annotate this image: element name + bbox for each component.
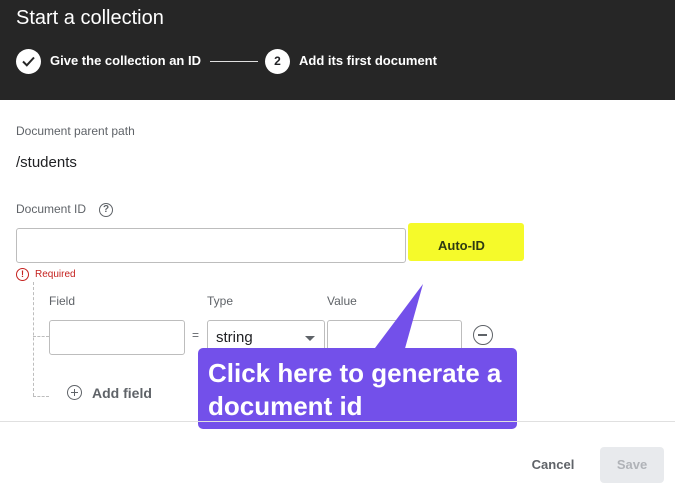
required-error-text: Required <box>35 269 76 280</box>
annotation-callout: Click here to generate a document id <box>198 348 517 429</box>
stepper-connector <box>210 61 258 62</box>
type-column-header: Type <box>207 294 234 308</box>
add-field-button[interactable]: Add field <box>92 385 152 401</box>
cancel-button[interactable]: Cancel <box>521 450 585 480</box>
dropdown-arrow-icon <box>305 336 315 341</box>
type-select-value: string <box>216 329 253 346</box>
document-id-input[interactable] <box>16 228 406 263</box>
equals-sign: = <box>192 328 200 342</box>
parent-path-label: Document parent path <box>16 124 135 138</box>
field-tree-branch <box>33 396 49 397</box>
error-icon: ! <box>16 268 29 281</box>
field-name-input[interactable] <box>49 320 185 355</box>
step-1-label: Give the collection an ID <box>50 53 201 68</box>
field-tree-line <box>33 282 34 396</box>
step-complete-check-icon <box>16 49 41 74</box>
remove-field-icon[interactable] <box>473 325 493 345</box>
auto-id-button[interactable]: Auto-ID <box>438 238 485 253</box>
field-column-header: Field <box>49 294 76 308</box>
field-tree-branch <box>33 336 49 337</box>
add-circle-icon[interactable] <box>67 385 82 400</box>
help-icon[interactable]: ? <box>99 203 113 217</box>
save-button[interactable]: Save <box>600 447 664 483</box>
document-id-label: Document ID <box>16 202 87 216</box>
footer-divider <box>0 421 675 422</box>
step-2-number: 2 <box>265 49 290 74</box>
callout-text: Click here to generate a document id <box>208 358 502 421</box>
step-2-label: Add its first document <box>299 53 437 68</box>
value-column-header: Value <box>327 294 357 308</box>
dialog-title: Start a collection <box>16 7 164 29</box>
parent-path-value: /students <box>16 154 77 171</box>
dialog-header: Start a collection Give the collection a… <box>0 0 675 100</box>
